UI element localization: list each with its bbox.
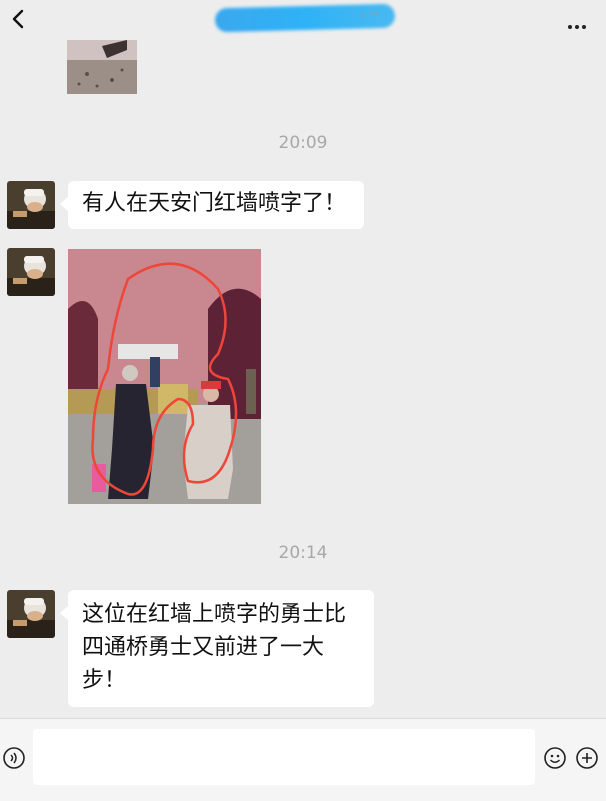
message-text-line: 四通桥勇士又前进了一大 (82, 635, 325, 660)
plus-icon[interactable] (576, 747, 598, 769)
tiananmen-red-wall-photo (68, 249, 261, 504)
avatar[interactable] (7, 590, 55, 638)
emoji-icon[interactable] (544, 747, 566, 769)
avatar-image (7, 181, 55, 229)
avatar-image (7, 590, 55, 638)
message-text: 有人在天安门红墙喷字了！ (82, 191, 347, 216)
message-text-line: 这位在红墙上喷字的勇士比 (82, 602, 347, 627)
message-bubble[interactable]: 这位在红墙上喷字的勇士比 四通桥勇士又前进了一大 步！ (60, 590, 374, 707)
partial-photo (67, 40, 137, 94)
avatar-image (7, 248, 55, 296)
timestamp: 20:09 (278, 133, 328, 153)
more-dots-icon[interactable] (568, 14, 589, 33)
chat-header: • °° (0, 0, 606, 40)
message-bubble[interactable]: 有人在天安门红墙喷字了！ (60, 181, 364, 229)
avatar[interactable] (7, 248, 55, 296)
avatar[interactable] (7, 181, 55, 229)
message-image-partial[interactable] (67, 40, 137, 94)
voice-icon[interactable] (3, 747, 25, 769)
input-bar (0, 718, 606, 801)
message-image[interactable] (68, 249, 261, 504)
message-input[interactable] (33, 729, 535, 785)
message-list: 20:09 有人在天安门红墙喷字了！ 20:14 这位在红墙上喷字的勇士比 四通… (0, 40, 606, 718)
timestamp: 20:14 (278, 543, 328, 563)
message-text-line: 步！ (82, 668, 127, 693)
chat-title-suffix: • °° (360, 11, 380, 22)
chevron-left-icon[interactable] (8, 8, 30, 30)
